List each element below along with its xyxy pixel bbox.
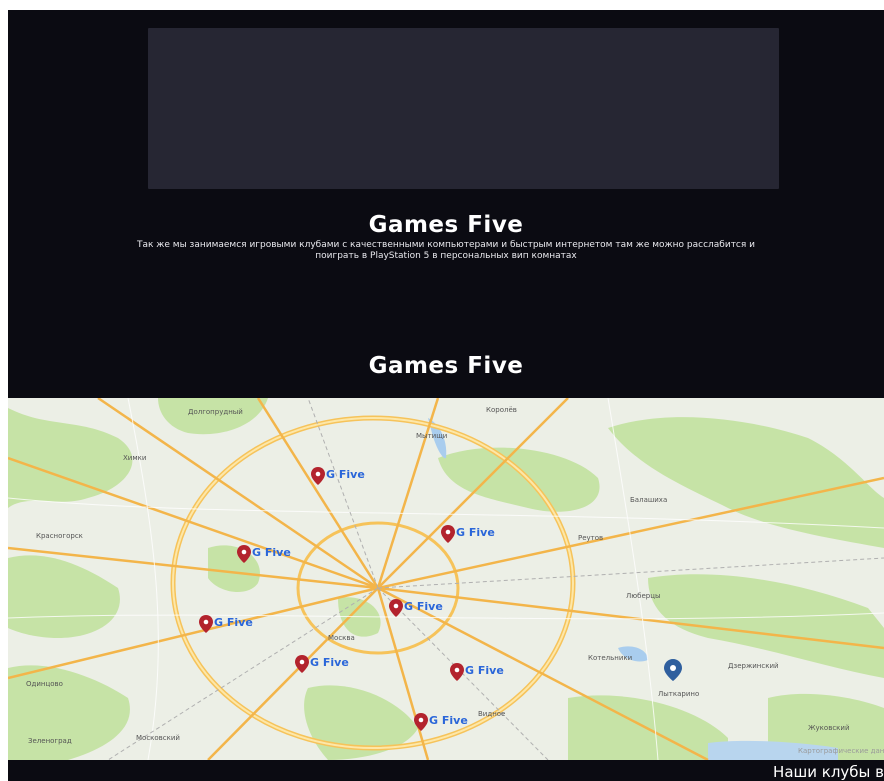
pin-label: G Five [252, 546, 291, 559]
place-label: Дзержинский [728, 662, 779, 670]
clubs-heading: Наши клубы в [773, 763, 884, 781]
place-label: Реутов [578, 534, 603, 542]
pin-label: G Five [214, 616, 253, 629]
place-label: Мытищи [416, 432, 447, 440]
place-label: Долгопрудный [188, 408, 243, 416]
clubs-map[interactable]: Долгопрудный Мытищи Королёв Химки Балаши… [8, 398, 884, 760]
pin-label: G Five [456, 526, 495, 539]
pin-label: G Five [429, 714, 468, 727]
hero-description: Так же мы занимаемся игровыми клубами с … [136, 240, 756, 261]
place-label: Жуковский [808, 724, 850, 732]
pin-label: G Five [326, 468, 365, 481]
place-label: Видное [478, 710, 505, 718]
map-canvas[interactable]: Долгопрудный Мытищи Королёв Химки Балаши… [8, 398, 884, 760]
pin-label: G Five [310, 656, 349, 669]
place-label: Москва [328, 634, 355, 642]
pin-label: G Five [465, 664, 504, 677]
section-title: Games Five [368, 353, 524, 379]
place-label: Лыткарино [658, 690, 699, 698]
place-label: Балашиха [630, 496, 667, 504]
hero-title: Games Five [368, 212, 524, 238]
place-label: Красногорск [36, 532, 83, 540]
video-placeholder[interactable] [148, 28, 779, 189]
map-attribution: Картографические данные [798, 747, 884, 755]
place-label: Химки [123, 454, 146, 462]
place-label: Зеленоград [28, 737, 72, 745]
place-label: Московский [136, 734, 180, 742]
place-label: Одинцово [26, 680, 63, 688]
place-label: Котельники [588, 654, 632, 662]
page: Games Five Так же мы занимаемся игровыми… [8, 10, 884, 781]
pin-label: G Five [404, 600, 443, 613]
place-label: Люберцы [626, 592, 661, 600]
place-label: Королёв [486, 406, 517, 414]
